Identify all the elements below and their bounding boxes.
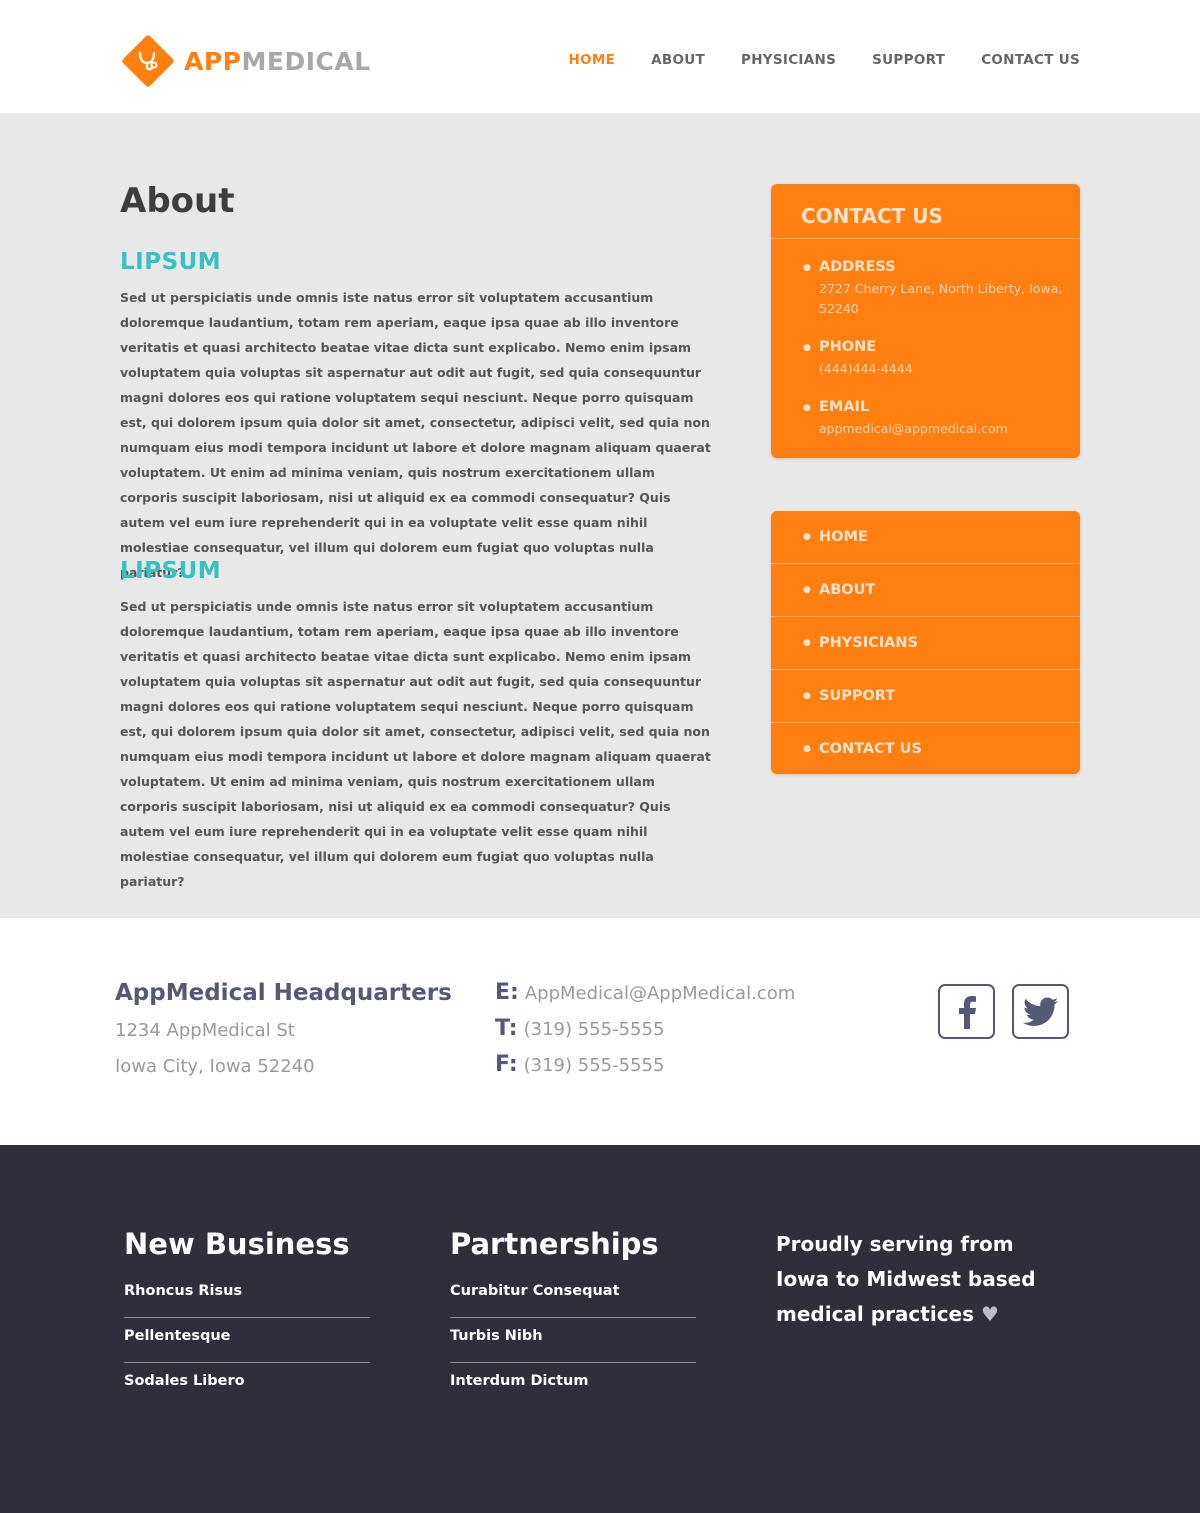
nav-physicians[interactable]: PHYSICIANS [741, 52, 836, 68]
article-body: Sed ut perspiciatis unde omnis iste natu… [120, 290, 711, 580]
logo-mark-icon [120, 33, 176, 89]
footer-link[interactable]: Sodales Libero [124, 1363, 370, 1407]
hq-fax: (319) 555-5555 [523, 1055, 665, 1076]
footer-col-partnerships: Partnerships Curabitur Consequat Turbis … [450, 1227, 696, 1407]
sidebar-item-label: SUPPORT [819, 688, 896, 704]
nav-contact-us[interactable]: CONTACT US [981, 52, 1080, 68]
sidebar-item-label: HOME [819, 529, 868, 545]
bullet-icon: ● [803, 638, 811, 648]
phone-value: (444)444-4444 [819, 361, 913, 376]
sidebar-nav-box: ● HOME ● ABOUT ● PHYSICIANS ● SUPPORT ● CONTA… [771, 511, 1080, 774]
footer-link[interactable]: Rhoncus Risus [124, 1283, 370, 1318]
heart-icon: ♥ [981, 1302, 999, 1326]
site-footer: New Business Rhoncus Risus Pellentesque … [0, 1145, 1200, 1513]
sidebar-contact-box: CONTACT US ● ADDRESS 2727 Cherry Lane, N… [771, 184, 1080, 458]
contact-email: ● EMAIL appmedical@appmedical.com [771, 399, 1080, 439]
hq-email[interactable]: AppMedical@AppMedical.com [525, 983, 795, 1004]
sidebar-item-about[interactable]: ● ABOUT [771, 564, 1080, 617]
email-prefix: E: [495, 980, 519, 1005]
logo-text: APPMEDICAL [184, 46, 371, 76]
main-nav: HOME ABOUT PHYSICIANS SUPPORT CONTACT US [568, 52, 1080, 68]
article-heading: LIPSUM [120, 249, 222, 275]
hq-street: 1234 AppMedical St [115, 1020, 295, 1041]
hq-fax-line: F: (319) 555-5555 [495, 1052, 664, 1077]
facebook-icon [958, 995, 976, 1029]
hq-phone-line: T: (319) 555-5555 [495, 1016, 664, 1041]
facebook-button[interactable] [938, 984, 995, 1039]
bullet-icon: ● [803, 532, 811, 542]
sidebar-item-label: ABOUT [819, 582, 876, 598]
bullet-icon: ● [803, 403, 811, 413]
sidebar-item-support[interactable]: ● SUPPORT [771, 670, 1080, 723]
site-header: APPMEDICAL HOME ABOUT PHYSICIANS SUPPORT… [0, 0, 1200, 113]
bullet-icon: ● [803, 263, 811, 273]
sidebar-item-label: CONTACT US [819, 741, 922, 757]
address-label: ADDRESS [819, 259, 896, 275]
nav-about[interactable]: ABOUT [651, 52, 705, 68]
article: LIPSUM Sed ut perspiciatis unde omnis is… [120, 558, 715, 894]
article: LIPSUM Sed ut perspiciatis unde omnis is… [120, 249, 715, 585]
email-value[interactable]: appmedical@appmedical.com [819, 419, 1080, 439]
bullet-icon: ● [803, 744, 811, 754]
main-content: About LIPSUM Sed ut perspiciatis unde om… [0, 113, 1200, 918]
contact-strip: AppMedical Headquarters 1234 AppMedical … [0, 918, 1200, 1145]
twitter-icon [1022, 997, 1058, 1026]
article-body: Sed ut perspiciatis unde omnis iste natu… [120, 599, 711, 889]
article-heading: LIPSUM [120, 558, 222, 584]
sidebar-item-contact-us[interactable]: ● CONTACT US [771, 723, 1080, 774]
footer-heading: New Business [124, 1227, 350, 1261]
hq-phone: (319) 555-5555 [523, 1019, 665, 1040]
page-title: About [120, 181, 235, 221]
fax-prefix: F: [495, 1052, 518, 1077]
footer-tagline: Proudly serving from Iowa to Midwest bas… [776, 1227, 1066, 1332]
nav-support[interactable]: SUPPORT [872, 52, 945, 68]
address-value: 2727 Cherry Lane, North Liberty, Iowa, 5… [819, 281, 1063, 316]
bullet-icon: ● [803, 585, 811, 595]
sidebar-item-home[interactable]: ● HOME [771, 511, 1080, 564]
footer-heading: Partnerships [450, 1227, 659, 1261]
logo[interactable]: APPMEDICAL [120, 33, 371, 89]
contact-address: ● ADDRESS 2727 Cherry Lane, North Libert… [771, 259, 1080, 319]
bullet-icon: ● [803, 343, 811, 353]
twitter-button[interactable] [1012, 984, 1069, 1039]
hq-title: AppMedical Headquarters [115, 980, 452, 1006]
footer-link[interactable]: Turbis Nibh [450, 1318, 696, 1363]
contact-phone: ● PHONE (444)444-4444 [771, 339, 1080, 379]
footer-link[interactable]: Interdum Dictum [450, 1363, 696, 1407]
phone-prefix: T: [495, 1016, 518, 1041]
footer-link[interactable]: Pellentesque [124, 1318, 370, 1363]
hq-city: Iowa City, Iowa 52240 [115, 1056, 315, 1077]
footer-col-new-business: New Business Rhoncus Risus Pellentesque … [124, 1227, 370, 1407]
nav-home[interactable]: HOME [568, 52, 615, 68]
email-label: EMAIL [819, 399, 870, 415]
footer-link[interactable]: Curabitur Consequat [450, 1283, 696, 1318]
contact-box-title: CONTACT US [771, 184, 1080, 239]
sidebar-item-label: PHYSICIANS [819, 635, 918, 651]
phone-label: PHONE [819, 339, 877, 355]
hq-email-line: E: AppMedical@AppMedical.com [495, 980, 795, 1005]
bullet-icon: ● [803, 691, 811, 701]
sidebar-item-physicians[interactable]: ● PHYSICIANS [771, 617, 1080, 670]
